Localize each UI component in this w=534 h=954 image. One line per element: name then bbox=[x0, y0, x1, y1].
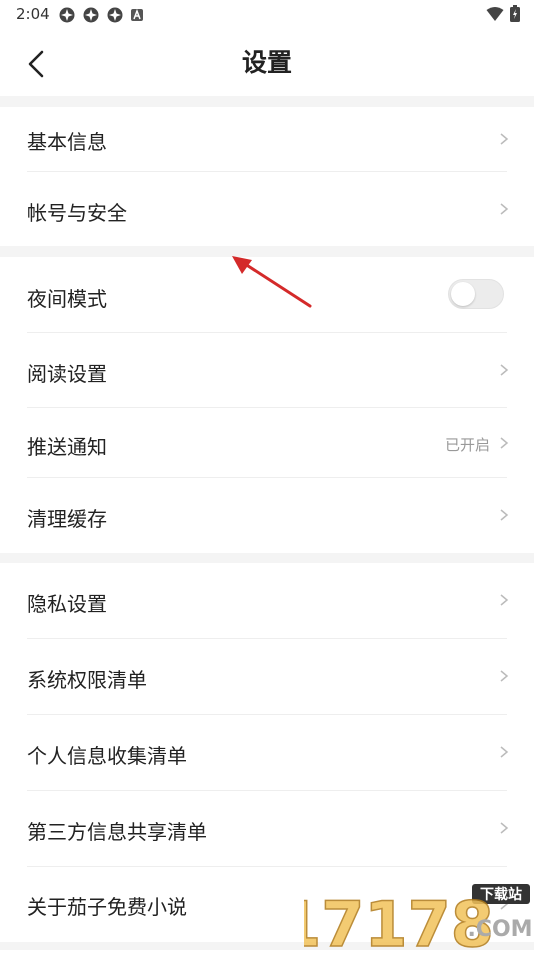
section-separator bbox=[0, 96, 534, 107]
battery-icon bbox=[510, 5, 520, 22]
settings-item-label: 夜间模式 bbox=[27, 287, 107, 311]
chevron-right-icon bbox=[500, 364, 509, 376]
notification-icons bbox=[58, 6, 144, 24]
settings-item-label: 基本信息 bbox=[27, 130, 107, 154]
settings-item-label: 系统权限清单 bbox=[27, 668, 147, 692]
site-watermark: 下载站 17178 .COM bbox=[277, 880, 534, 954]
watermark-domain: .COM bbox=[467, 917, 532, 942]
settings-item-push-notifications[interactable]: 推送通知 已开启 bbox=[0, 408, 534, 478]
settings-item-privacy[interactable]: 隐私设置 bbox=[0, 563, 534, 638]
chevron-right-icon bbox=[500, 509, 509, 521]
header: 设置 bbox=[0, 28, 534, 96]
section-separator bbox=[0, 553, 534, 563]
settings-item-label: 个人信息收集清单 bbox=[27, 744, 187, 768]
settings-item-account-security[interactable]: 帐号与安全 bbox=[0, 172, 534, 246]
notification-icon bbox=[59, 7, 75, 23]
watermark-logo: 下载站 17178 .COM bbox=[277, 884, 533, 954]
push-status-value: 已开启 bbox=[444, 436, 490, 454]
notification-icon bbox=[83, 7, 99, 23]
chevron-right-icon bbox=[500, 203, 509, 215]
chevron-right-icon bbox=[500, 594, 509, 606]
status-time: 2:04 bbox=[16, 5, 50, 23]
notification-icon bbox=[107, 7, 123, 23]
settings-item-label: 阅读设置 bbox=[27, 362, 107, 386]
settings-item-personal-info-list[interactable]: 个人信息收集清单 bbox=[0, 715, 534, 790]
settings-item-label: 第三方信息共享清单 bbox=[27, 820, 207, 844]
settings-item-permissions-list[interactable]: 系统权限清单 bbox=[0, 639, 534, 714]
settings-item-label: 推送通知 bbox=[27, 435, 107, 459]
settings-item-label: 隐私设置 bbox=[27, 592, 107, 616]
toggle-knob bbox=[451, 282, 475, 306]
settings-item-clear-cache[interactable]: 清理缓存 bbox=[0, 478, 534, 553]
chevron-right-icon bbox=[500, 133, 509, 145]
wifi-icon bbox=[486, 6, 504, 21]
settings-item-basic-info[interactable]: 基本信息 bbox=[0, 107, 534, 171]
chevron-right-icon bbox=[500, 437, 509, 449]
chevron-right-icon bbox=[500, 670, 509, 682]
page-title: 设置 bbox=[241, 48, 292, 77]
settings-item-label: 帐号与安全 bbox=[27, 201, 127, 225]
settings-item-label: 清理缓存 bbox=[27, 507, 107, 531]
annotation-arrow-icon bbox=[232, 256, 312, 308]
settings-item-reading[interactable]: 阅读设置 bbox=[0, 333, 534, 407]
settings-item-third-party-sharing[interactable]: 第三方信息共享清单 bbox=[0, 791, 534, 866]
status-right bbox=[486, 5, 520, 22]
chevron-right-icon bbox=[500, 746, 509, 758]
settings-item-label: 关于茄子免费小说 bbox=[27, 895, 187, 919]
watermark-number: 17178 bbox=[304, 888, 494, 950]
chevron-right-icon bbox=[500, 822, 509, 834]
night-mode-toggle[interactable] bbox=[448, 279, 504, 309]
app-notification-icon bbox=[131, 8, 143, 21]
status-bar: 2:04 bbox=[0, 0, 534, 28]
